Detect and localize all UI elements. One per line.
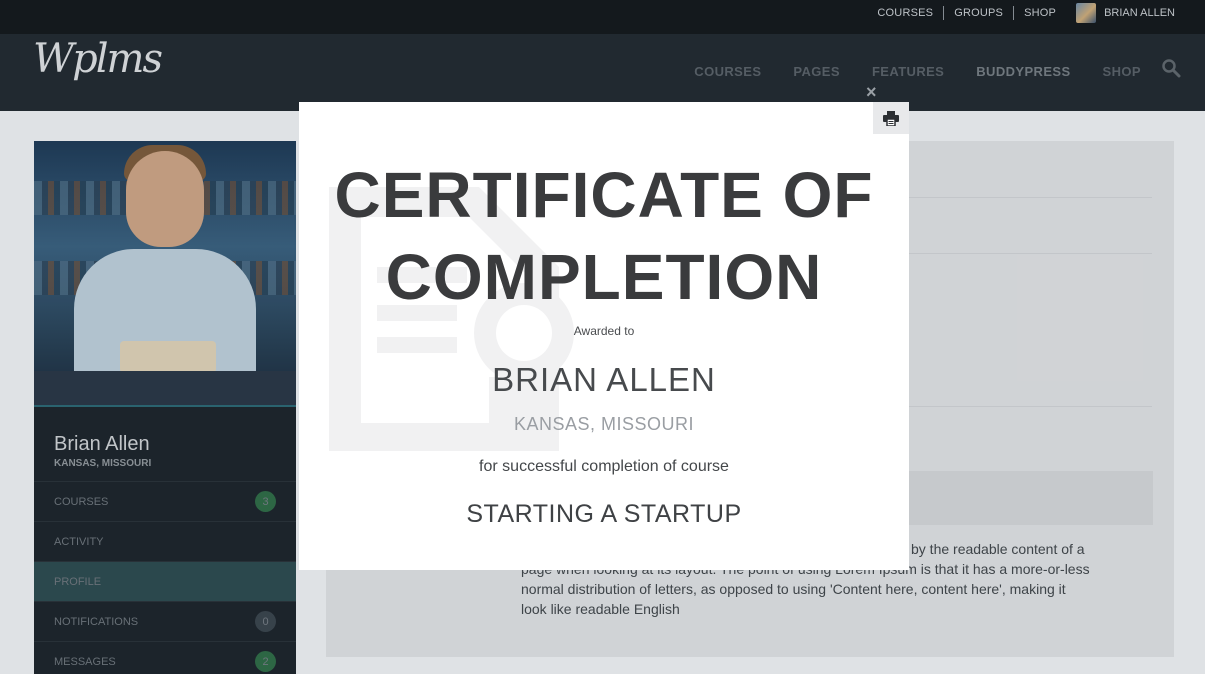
course-name: STARTING A STARTUP (466, 500, 742, 528)
close-icon[interactable]: × (866, 82, 877, 103)
completion-statement: for successful completion of course (479, 458, 729, 475)
certificate-title: CERTIFICATE OF COMPLETION (299, 154, 909, 318)
awarded-to-label: Awarded to (573, 324, 635, 338)
certificate-title-line: COMPLETION (385, 241, 823, 313)
recipient-name: BRIAN ALLEN (492, 361, 716, 398)
certificate-modal: CERTIFICATE OF COMPLETION Awarded to BRI… (299, 102, 909, 570)
print-button[interactable] (873, 102, 909, 134)
recipient-location: KANSAS, MISSOURI (513, 414, 695, 434)
certificate-title-line: CERTIFICATE OF (334, 159, 874, 231)
printer-icon (883, 110, 899, 126)
